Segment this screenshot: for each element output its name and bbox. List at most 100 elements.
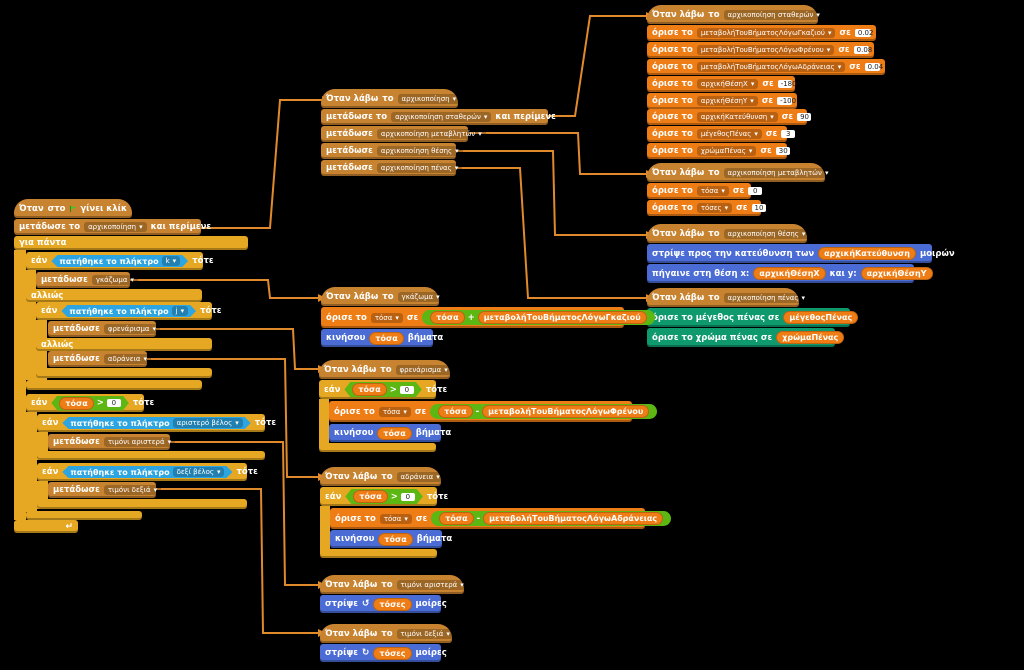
value-input[interactable]: 30 xyxy=(775,147,790,155)
if-key-left[interactable]: εάν πατήθηκε το πλήκτρο αριστερό βέλος τ… xyxy=(37,414,276,432)
value-input[interactable]: 0.08 xyxy=(853,46,872,54)
set-rate-brake[interactable]: όρισε το μεταβολήΤουΒήματοςΛόγωΦρένου σε… xyxy=(647,42,874,58)
if-key-right[interactable]: εάν πατήθηκε το πλήκτρο δεξί βέλος τότε xyxy=(37,463,258,481)
plus-operator[interactable]: τόσα + μεταβολήΤουΒήματοςΛόγωΓκαζιού xyxy=(422,310,655,325)
message-dropdown[interactable]: αρχικοποίηση xyxy=(397,93,461,104)
key-pressed-condition[interactable]: πατήθηκε το πλήκτρο k xyxy=(51,255,188,267)
value-input[interactable]: 0.04 xyxy=(864,63,883,71)
key-dropdown[interactable]: j xyxy=(172,306,188,316)
broadcast-brake[interactable]: μετάδωσε φρενάρισμα xyxy=(48,321,161,337)
move-tosa-steps[interactable]: κινήσου τόσα βήματα xyxy=(329,424,451,442)
turn-right-block[interactable]: στρίψε ↻ τόσες μοίρες xyxy=(320,644,447,662)
minus-operator[interactable]: τόσα - μεταβολήΤουΒήματοςΛόγωΦρένου xyxy=(430,404,658,419)
variable-dropdown[interactable]: μεταβολήΤουΒήματοςΛόγωΑδράνειας xyxy=(696,62,846,72)
variable-dropdown[interactable]: αρχικήΘέσηY xyxy=(696,96,758,106)
message-dropdown[interactable]: αρχικοποίηση θέσης xyxy=(723,228,810,239)
tosa-reporter[interactable]: τόσα xyxy=(377,426,412,440)
if-else-key-k[interactable]: εάν πατήθηκε το πλήκτρο k τότε xyxy=(26,252,214,270)
variable-dropdown[interactable]: τόσα xyxy=(696,186,729,196)
variable-dropdown[interactable]: μεταβολήΤουΒήματοςΛόγωΦρένου xyxy=(696,45,835,55)
point-in-direction[interactable]: στρίψε προς την κατεύθυνση των αρχικήΚατ… xyxy=(647,244,955,263)
set-penColor[interactable]: όρισε το χρώμαΠένας σε 30 xyxy=(647,143,790,159)
when-receive-init-hat[interactable]: Όταν λάβω το αρχικοποίηση xyxy=(321,89,461,108)
variable-dropdown[interactable]: μέγεθοςΠένας xyxy=(696,129,762,139)
set-startDir[interactable]: όρισε το αρχικήΚατεύθυνση σε 90 xyxy=(647,109,812,125)
message-dropdown[interactable]: αρχικοποίηση μεταβλητών xyxy=(723,167,833,178)
when-flag-clicked-hat[interactable]: Όταν στο γίνει κλίκ xyxy=(14,199,132,218)
when-receive-init-vars-hat[interactable]: Όταν λάβω το αρχικοποίηση μεταβλητών xyxy=(647,163,833,182)
key-pressed-condition[interactable]: πατήθηκε το πλήκτρο δεξί βέλος xyxy=(62,466,232,478)
value-input[interactable]: 90 xyxy=(797,113,812,121)
broadcast-wait-init-const[interactable]: μετάδωσε το αρχικοποίηση σταθερών και πε… xyxy=(321,109,556,125)
variable-dropdown[interactable]: τόσες xyxy=(696,203,733,213)
if-tosa-gt-zero[interactable]: εάν τόσα > 0 τότε xyxy=(26,394,154,412)
set-pen-color[interactable]: όρισε το χρώμα πένας σε χρώμαΠένας xyxy=(647,328,845,347)
broadcast-init-pos[interactable]: μετάδωσε αρχικοποίηση θέσης xyxy=(321,143,463,159)
set-tosa-zero[interactable]: όρισε το τόσα σε 0 xyxy=(647,183,763,199)
value-input[interactable]: 0.02 xyxy=(854,29,873,37)
broadcast-init-vars[interactable]: μετάδωσε αρχικοποίηση μεταβλητών xyxy=(321,126,486,142)
tosa-reporter[interactable]: τόσα xyxy=(438,405,473,418)
variable-dropdown[interactable]: αρχικήΚατεύθυνση xyxy=(696,112,778,122)
zero-input[interactable]: 0 xyxy=(107,399,121,407)
message-dropdown[interactable]: γκάζωμα xyxy=(397,291,444,302)
key-dropdown[interactable]: k xyxy=(162,256,181,266)
greater-than-condition[interactable]: τόσα > 0 xyxy=(344,382,421,397)
rate-brake-reporter[interactable]: μεταβολήΤουΒήματοςΛόγωΦρένου xyxy=(482,405,650,418)
variable-dropdown[interactable]: αρχικήΘέσηX xyxy=(696,79,759,89)
broadcast-accel[interactable]: μετάδωσε γκάζωμα xyxy=(36,272,138,288)
set-startY[interactable]: όρισε το αρχικήΘέσηY σε -100 xyxy=(647,93,797,109)
variable-dropdown[interactable]: μεταβολήΤουΒήματοςΛόγωΓκαζιού xyxy=(696,28,836,38)
greater-than-condition[interactable]: τόσα > 0 xyxy=(345,489,422,504)
variable-dropdown[interactable]: χρώμαΠένας xyxy=(696,146,757,156)
rate-gas-reporter[interactable]: μεταβολήΤουΒήματοςΛόγωΓκαζιού xyxy=(477,311,647,324)
message-dropdown[interactable]: αρχικοποίηση θέσης xyxy=(376,146,463,156)
key-dropdown[interactable]: αριστερό βέλος xyxy=(173,418,243,428)
if-else-key-j[interactable]: εάν πατήθηκε το πλήκτρο j τότε xyxy=(36,302,222,320)
rate-inertia-reporter[interactable]: μεταβολήΤουΒήματοςΛόγωΑδράνειας xyxy=(483,512,664,525)
message-dropdown[interactable]: αρχικοποίηση πένας xyxy=(723,292,809,303)
turn-left-block[interactable]: στρίψε ↺ τόσες μοίρες xyxy=(320,595,447,613)
go-to-xy[interactable]: πήγαινε στη θέση x: αρχικήΘέσηX και y: α… xyxy=(647,264,933,283)
when-receive-accel-hat[interactable]: Όταν λάβω το γκάζωμα xyxy=(321,287,444,306)
key-pressed-condition[interactable]: πατήθηκε το πλήκτρο αριστερό βέλος xyxy=(62,417,250,429)
message-dropdown[interactable]: φρενάρισμα xyxy=(395,364,452,375)
value-input[interactable]: -100 xyxy=(777,97,796,105)
set-tosa-minus-inertia[interactable]: όρισε το τόσα σε τόσα - μεταβολήΤουΒήματ… xyxy=(330,508,672,529)
message-dropdown[interactable]: αρχικοποίηση xyxy=(84,222,147,232)
move-tosa-steps[interactable]: κινήσου τόσα βήματα xyxy=(330,530,452,548)
set-penSize[interactable]: όρισε το μέγεθοςΠένας σε 3 xyxy=(647,126,796,142)
tosa-reporter[interactable]: τόσα xyxy=(439,512,474,525)
when-receive-inertia-hat[interactable]: Όταν λάβω το αδράνεια xyxy=(320,467,444,486)
set-rate-gas[interactable]: όρισε το μεταβολήΤουΒήματοςΛόγωΓκαζιού σ… xyxy=(647,25,876,41)
broadcast-steer-right[interactable]: μετάδωσε τιμόνι δεξιά xyxy=(48,482,162,498)
if-tosa-gt-zero[interactable]: εάν τόσα > 0 τότε xyxy=(319,380,447,399)
message-dropdown[interactable]: αδράνεια xyxy=(103,354,151,364)
variable-dropdown[interactable]: τόσα xyxy=(370,312,403,323)
forever-block[interactable]: για πάντα xyxy=(14,236,248,250)
value-input[interactable]: -180 xyxy=(777,80,797,88)
tosa-reporter[interactable]: τόσα xyxy=(353,490,387,503)
tosa-reporter[interactable]: τόσα xyxy=(369,331,404,345)
message-dropdown[interactable]: τιμόνι δεξιά xyxy=(103,485,162,495)
broadcast-init-pen[interactable]: μετάδωσε αρχικοποίηση πένας xyxy=(321,160,463,176)
when-receive-brake-hat[interactable]: Όταν λάβω το φρενάρισμα xyxy=(319,360,452,379)
message-dropdown[interactable]: τιμόνι δεξιά xyxy=(396,628,454,639)
broadcast-inertia[interactable]: μετάδωσε αδράνεια xyxy=(48,351,151,367)
set-rate-inertia[interactable]: όρισε το μεταβολήΤουΒήματοςΛόγωΑδράνειας… xyxy=(647,59,885,75)
value-input[interactable]: 10 xyxy=(751,204,766,212)
message-dropdown[interactable]: αρχικοποίηση πένας xyxy=(376,163,463,173)
tosa-reporter[interactable]: τόσα xyxy=(378,532,413,546)
zero-input[interactable]: 0 xyxy=(400,386,414,394)
message-dropdown[interactable]: αρχικοποίηση σταθερών xyxy=(391,112,492,122)
startY-reporter[interactable]: αρχικήΘέσηY xyxy=(860,267,933,280)
message-dropdown[interactable]: αρχικοποίηση σταθερών xyxy=(723,9,824,20)
key-dropdown[interactable]: δεξί βέλος xyxy=(173,467,225,477)
zero-input[interactable]: 0 xyxy=(401,493,415,501)
when-receive-init-pen-hat[interactable]: Όταν λάβω το αρχικοποίηση πένας xyxy=(647,288,809,307)
penSize-reporter[interactable]: μέγεθοςΠένας xyxy=(783,311,859,324)
set-pen-size[interactable]: όρισε το μέγεθος πένας σε μέγεθοςΠένας xyxy=(647,308,859,327)
value-input[interactable]: 3 xyxy=(781,130,796,138)
message-dropdown[interactable]: αρχικοποίηση μεταβλητών xyxy=(376,129,486,139)
penColor-reporter[interactable]: χρώμαΠένας xyxy=(776,331,845,344)
